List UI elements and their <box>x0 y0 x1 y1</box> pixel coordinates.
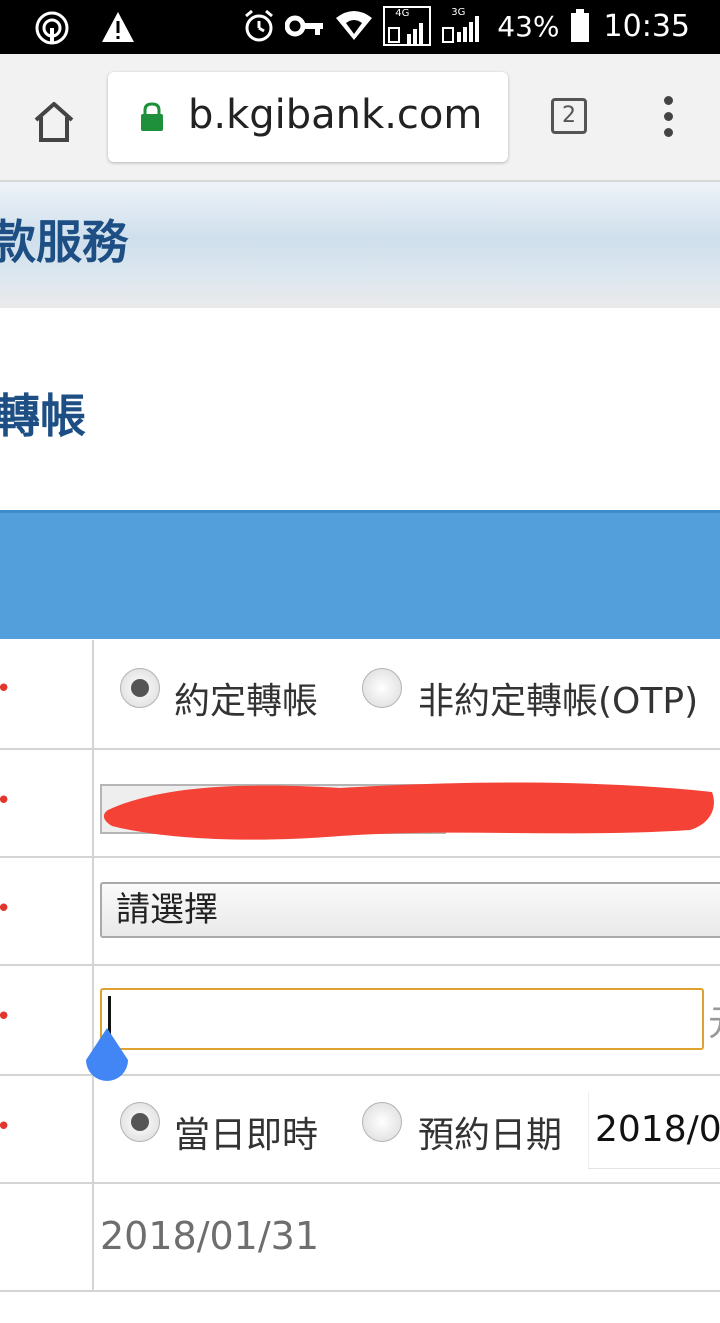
transaction-date-value: 2018/01/31 <box>100 1214 320 1258</box>
battery-percent: 43% <box>497 9 560 43</box>
required-mark: • <box>0 1112 11 1142</box>
clock-time: 10:35 <box>603 8 690 44</box>
text-selection-handle[interactable] <box>84 1026 130 1082</box>
signal-3g-icon: 3G <box>441 6 487 46</box>
overflow-menu-icon[interactable] <box>656 96 680 140</box>
radio-label-non-agreed-transfer: 非約定轉帳(OTP) <box>418 681 699 722</box>
wifi-icon <box>336 11 373 40</box>
home-icon[interactable] <box>30 98 78 146</box>
radio-non-agreed-transfer[interactable] <box>362 668 402 708</box>
battery-icon <box>570 9 589 42</box>
redaction-scribble <box>103 782 714 840</box>
page-title: 款服務 <box>0 215 128 269</box>
row-label-cell: • <box>0 640 94 748</box>
payee-account-select[interactable]: 請選擇 <box>100 882 720 938</box>
radio-label-immediate: 當日即時 <box>174 1115 319 1156</box>
schedule-row: • 當日即時 預約日期 2018/01/31 <box>0 1076 720 1184</box>
row-label-cell: • <box>0 966 94 1074</box>
vpn-key-icon <box>285 15 324 37</box>
browser-toolbar: b.kgibank.com 2 <box>0 54 720 182</box>
transaction-date-row: 2018/01/31 <box>0 1184 720 1292</box>
warning-icon <box>102 12 134 42</box>
form-header-band <box>0 510 720 639</box>
url-text: b.kgibank.com <box>188 92 483 138</box>
radio-scheduled-date[interactable] <box>362 1102 402 1142</box>
app-notification-icon <box>35 11 69 45</box>
amount-row: • 元 <box>0 966 720 1081</box>
required-mark: • <box>0 786 11 816</box>
row-label-cell <box>0 1184 94 1290</box>
lock-icon <box>141 102 163 131</box>
scheduled-date-input[interactable]: 2018/01/31 <box>588 1092 720 1169</box>
payee-account-row: • 請選擇 <box>0 858 720 966</box>
address-bar[interactable]: b.kgibank.com <box>108 72 508 162</box>
radio-immediate[interactable] <box>120 1102 160 1142</box>
required-mark: • <box>0 894 11 924</box>
alarm-icon <box>245 9 274 42</box>
amount-input[interactable] <box>100 988 704 1050</box>
required-mark: • <box>0 1002 11 1032</box>
network-type-4g: 4G <box>395 8 410 19</box>
amount-unit: 元 <box>708 994 720 1046</box>
page-header: 款服務 <box>0 182 720 308</box>
radio-label-agreed-transfer: 約定轉帳 <box>174 681 319 722</box>
radio-label-scheduled-date: 預約日期 <box>418 1115 563 1156</box>
signal-4g-icon: 4G <box>383 6 432 46</box>
tab-switcher-button[interactable]: 2 <box>551 98 587 134</box>
row-label-cell: • <box>0 1076 94 1182</box>
from-account-row: • <box>0 750 720 858</box>
required-mark: • <box>0 674 11 704</box>
row-label-cell: • <box>0 858 94 964</box>
section-title: 轉帳 <box>0 389 86 443</box>
row-label-cell: • <box>0 750 94 856</box>
transfer-type-row: • 約定轉帳 非約定轉帳(OTP) <box>0 640 720 750</box>
radio-agreed-transfer[interactable] <box>120 668 160 708</box>
status-bar: 4G 3G 43% 10:35 <box>0 0 720 54</box>
